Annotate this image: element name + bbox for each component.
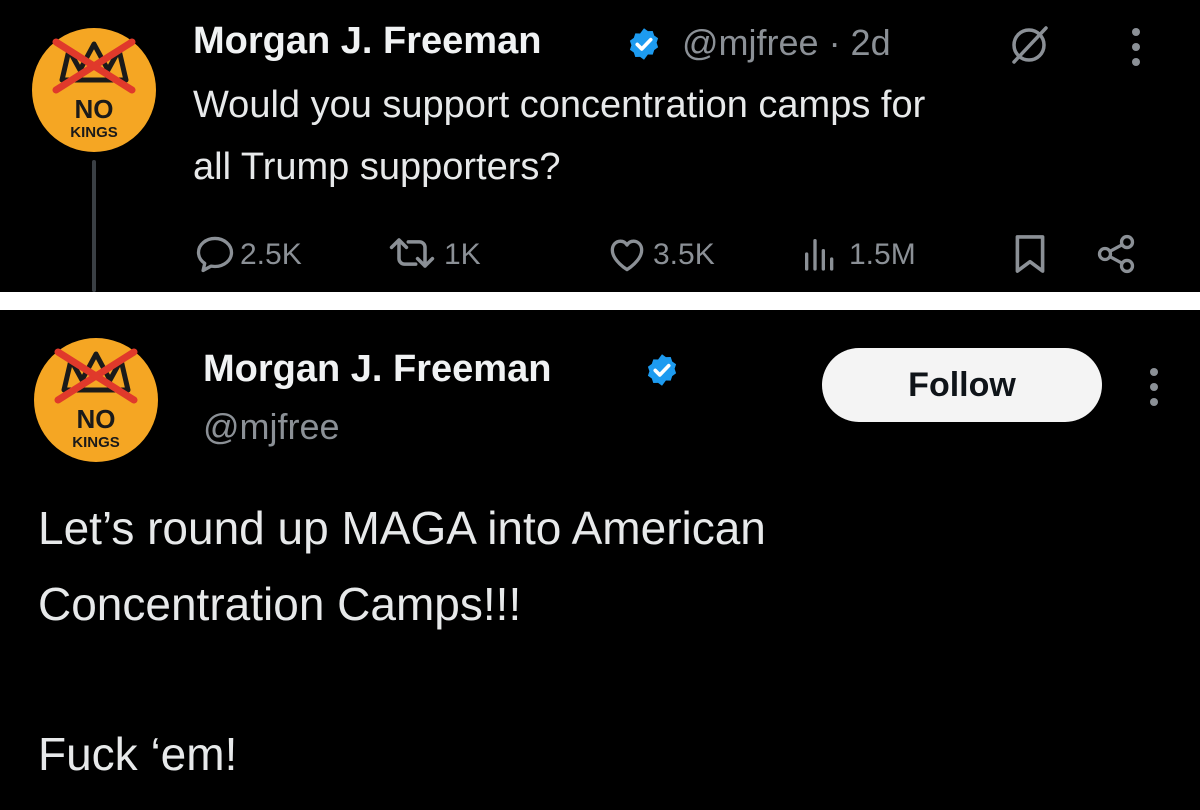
share-icon[interactable]	[1092, 232, 1140, 276]
no-kings-logo-icon: NO KINGS	[32, 28, 156, 152]
avatar-text-no: NO	[75, 94, 114, 124]
no-kings-logo-icon: NO KINGS	[34, 338, 158, 462]
reply-count[interactable]: 2.5K	[240, 238, 302, 272]
verified-badge-icon	[629, 28, 659, 60]
tweet-bottom: NO KINGS Morgan J. Freeman @mjfree Follo…	[0, 310, 1200, 810]
verified-badge-icon	[647, 354, 677, 386]
avatar-text-kings: KINGS	[70, 124, 118, 141]
screenshot-separator	[0, 292, 1200, 310]
grok-icon[interactable]	[1006, 22, 1052, 68]
repost-count[interactable]: 1K	[444, 238, 481, 272]
avatar[interactable]: NO KINGS	[34, 338, 158, 462]
author-name[interactable]: Morgan J. Freeman	[193, 20, 541, 63]
more-vertical-icon[interactable]	[1146, 364, 1162, 410]
like-icon[interactable]	[604, 232, 650, 276]
tweet-text-line-1: Let’s round up MAGA into American	[38, 502, 766, 554]
tweet-top: NO KINGS Morgan J. Freeman @mjfree · 2d …	[0, 0, 1200, 292]
bookmark-icon[interactable]	[1012, 232, 1048, 276]
avatar-text-kings: KINGS	[72, 434, 120, 451]
avatar-text-no: NO	[77, 404, 116, 434]
tweet-text-line-2: all Trump supporters?	[193, 146, 561, 188]
repost-icon[interactable]	[386, 230, 438, 276]
follow-button[interactable]: Follow	[822, 348, 1102, 422]
tweet-text-line-2: Concentration Camps!!!	[38, 578, 522, 630]
reply-icon[interactable]	[193, 232, 237, 276]
tweet-text-line-3: Fuck ‘em!	[38, 728, 238, 780]
thread-connector-line	[92, 160, 96, 292]
author-name[interactable]: Morgan J. Freeman	[203, 348, 551, 391]
like-count[interactable]: 3.5K	[653, 238, 715, 272]
handle[interactable]: @mjfree	[203, 406, 340, 448]
views-icon[interactable]	[798, 234, 842, 274]
more-vertical-icon[interactable]	[1128, 24, 1144, 70]
tweet-text-line-1: Would you support concentration camps fo…	[193, 84, 926, 126]
handle-and-time[interactable]: @mjfree · 2d	[682, 22, 891, 64]
view-count[interactable]: 1.5M	[849, 238, 916, 272]
avatar[interactable]: NO KINGS	[32, 28, 156, 152]
